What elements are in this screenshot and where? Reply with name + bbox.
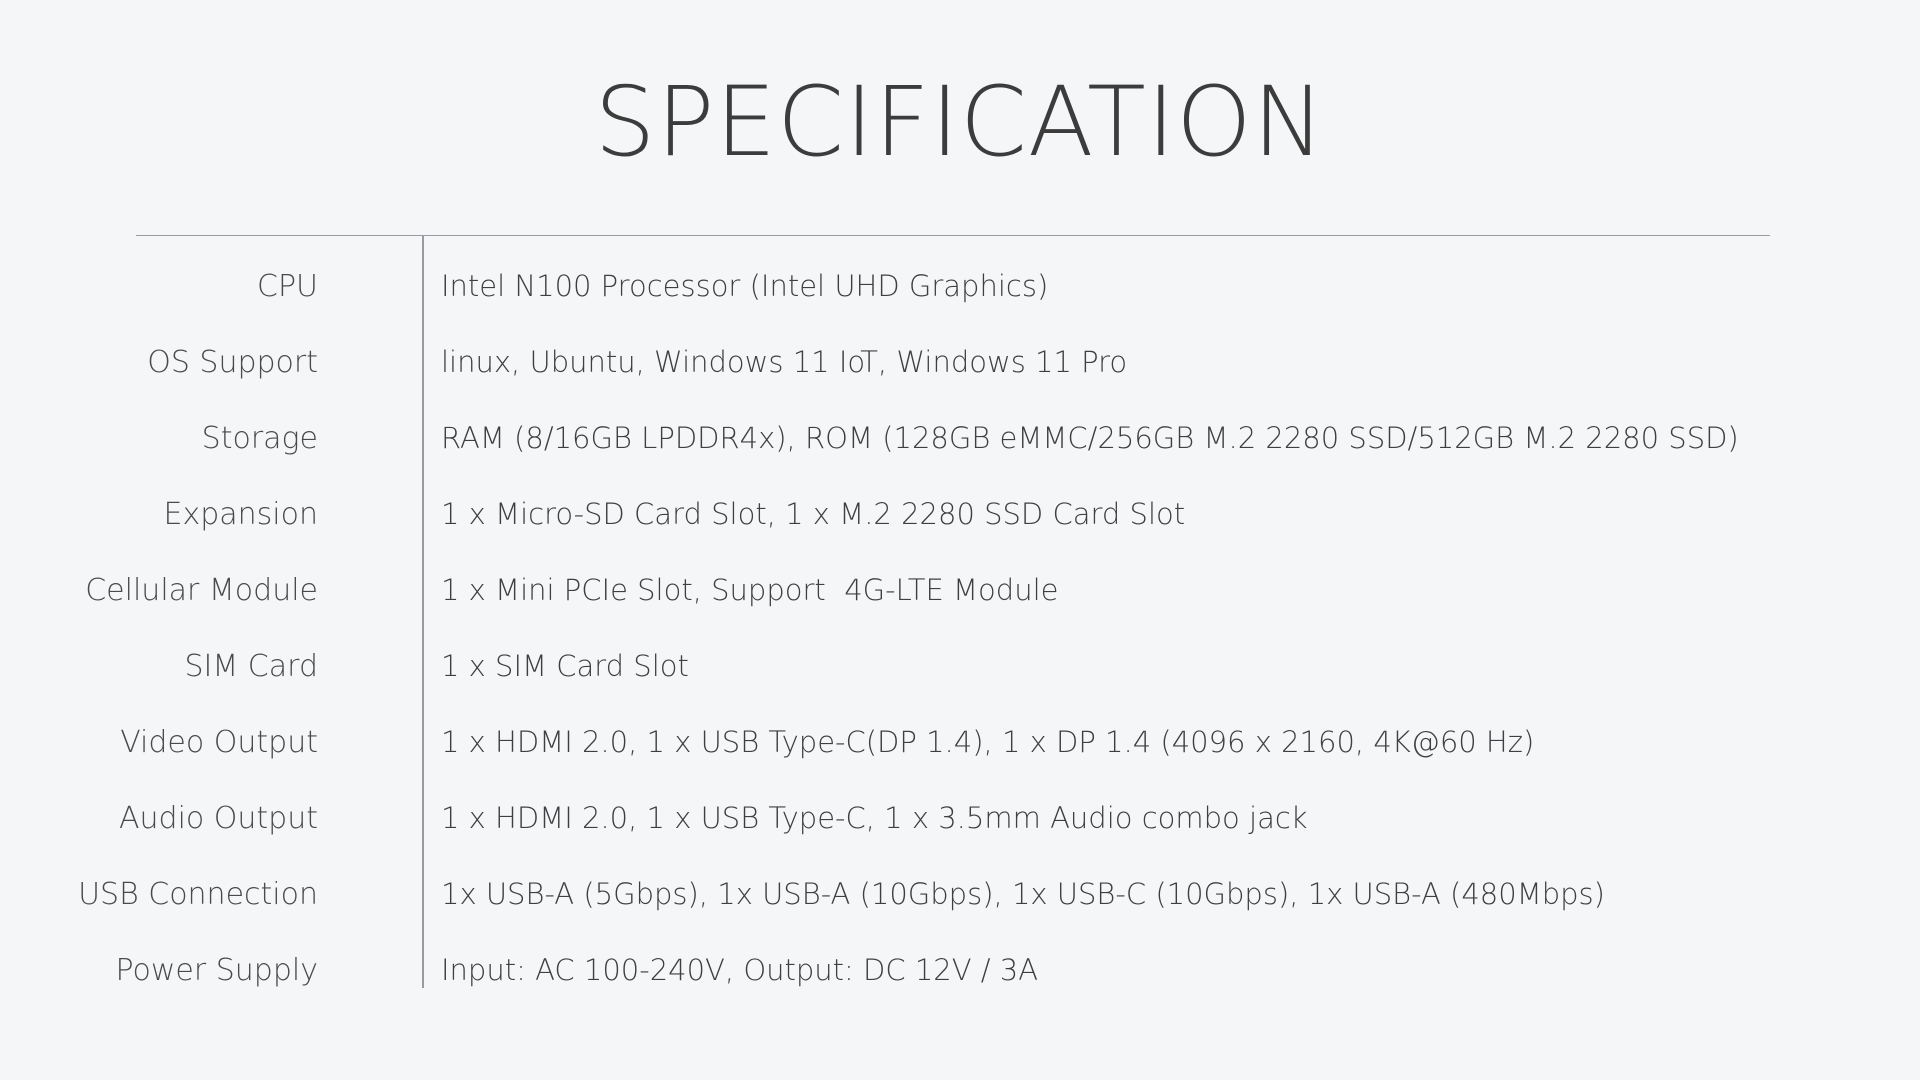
spec-value-audio-output: 1 x HDMI 2.0, 1 x USB Type-C, 1 x 3.5mm … bbox=[441, 801, 1308, 835]
spec-label-sim-card: SIM Card bbox=[184, 649, 319, 684]
spec-label-usb-connection: USB Connection bbox=[78, 877, 318, 912]
spec-value-video-output: 1 x HDMI 2.0, 1 x USB Type-C(DP 1.4), 1 … bbox=[441, 725, 1535, 759]
table-row: SIM Card 1 x SIM Card Slot bbox=[0, 628, 1920, 704]
spec-label-os-support: OS Support bbox=[147, 345, 318, 380]
spec-value-cpu: Intel N100 Processor (Intel UHD Graphics… bbox=[441, 269, 1049, 303]
table-row: Audio Output 1 x HDMI 2.0, 1 x USB Type-… bbox=[0, 780, 1920, 856]
spec-value-expansion: 1 x Micro-SD Card Slot, 1 x M.2 2280 SSD… bbox=[441, 497, 1186, 531]
table-row: Power Supply Input: AC 100-240V, Output:… bbox=[0, 932, 1920, 1008]
spec-value-os-support: linux, Ubuntu, Windows 11 IoT, Windows 1… bbox=[441, 345, 1128, 379]
spec-value-storage: RAM (8/16GB LPDDR4x), ROM (128GB eMMC/25… bbox=[441, 421, 1739, 455]
table-row: USB Connection 1x USB-A (5Gbps), 1x USB-… bbox=[0, 856, 1920, 932]
table-row: Video Output 1 x HDMI 2.0, 1 x USB Type-… bbox=[0, 704, 1920, 780]
spec-value-power-supply: Input: AC 100-240V, Output: DC 12V / 3A bbox=[441, 953, 1039, 987]
table-row: Expansion 1 x Micro-SD Card Slot, 1 x M.… bbox=[0, 476, 1920, 552]
table-row: CPU Intel N100 Processor (Intel UHD Grap… bbox=[0, 248, 1920, 324]
specification-page: SPECIFICATION CPU Intel N100 Processor (… bbox=[0, 0, 1920, 1080]
table-row: Cellular Module 1 x Mini PCIe Slot, Supp… bbox=[0, 552, 1920, 628]
spec-label-expansion: Expansion bbox=[163, 497, 318, 532]
spec-label-power-supply: Power Supply bbox=[115, 953, 318, 988]
specification-table: CPU Intel N100 Processor (Intel UHD Grap… bbox=[0, 248, 1920, 1008]
spec-label-storage: Storage bbox=[201, 421, 318, 456]
spec-value-sim-card: 1 x SIM Card Slot bbox=[441, 649, 689, 683]
page-title: SPECIFICATION bbox=[594, 66, 1326, 178]
spec-label-cellular-module: Cellular Module bbox=[85, 573, 318, 608]
spec-label-audio-output: Audio Output bbox=[118, 801, 318, 836]
table-row: Storage RAM (8/16GB LPDDR4x), ROM (128GB… bbox=[0, 400, 1920, 476]
spec-label-video-output: Video Output bbox=[120, 725, 318, 760]
spec-label-cpu: CPU bbox=[257, 269, 318, 304]
table-row: OS Support linux, Ubuntu, Windows 11 IoT… bbox=[0, 324, 1920, 400]
header-divider bbox=[136, 235, 1770, 236]
spec-value-usb-connection: 1x USB-A (5Gbps), 1x USB-A (10Gbps), 1x … bbox=[441, 877, 1605, 911]
spec-value-cellular-module: 1 x Mini PCIe Slot, Support 4G-LTE Modul… bbox=[441, 573, 1059, 607]
